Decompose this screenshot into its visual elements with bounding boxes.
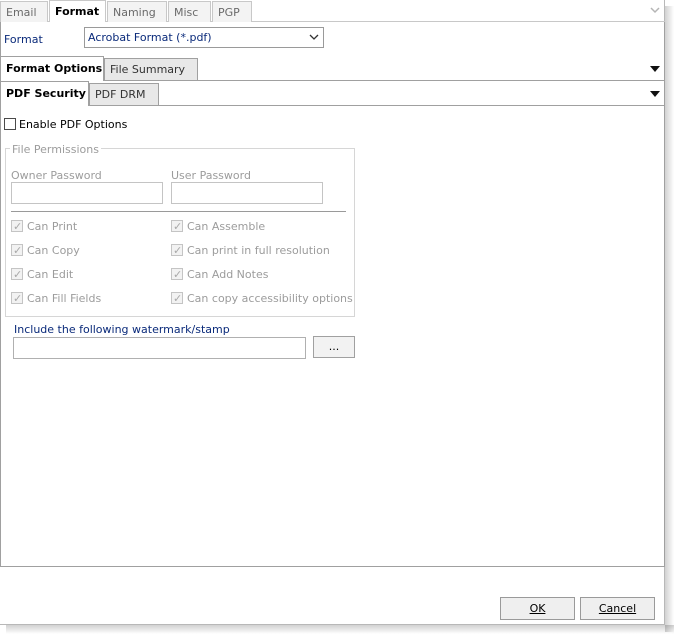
check-icon: ✓ bbox=[173, 244, 183, 257]
can-add-notes-checkbox[interactable]: ✓ bbox=[171, 268, 183, 281]
can-copy-label: Can Copy bbox=[27, 244, 80, 257]
can-print-label: Can Print bbox=[27, 220, 78, 233]
format-dropdown[interactable]: Acrobat Format (*.pdf) bbox=[84, 27, 324, 48]
tab-email[interactable]: Email bbox=[0, 1, 48, 22]
tab-pdf-security[interactable]: PDF Security bbox=[0, 81, 89, 106]
check-icon: ✓ bbox=[173, 292, 183, 305]
browse-watermark-button[interactable]: ... bbox=[313, 336, 355, 358]
can-print-full-resolution-label: Can print in full resolution bbox=[187, 244, 330, 257]
tab-pgp-label: PGP bbox=[218, 6, 240, 19]
security-dropdown-arrow-icon[interactable] bbox=[650, 91, 660, 97]
can-copy-accessibility-label: Can copy accessibility options bbox=[187, 292, 353, 305]
can-copy-accessibility-checkbox[interactable]: ✓ bbox=[171, 292, 183, 305]
file-permissions-legend: File Permissions bbox=[10, 143, 101, 156]
check-icon: ✓ bbox=[173, 268, 183, 281]
tab-misc[interactable]: Misc bbox=[168, 1, 211, 22]
tab-naming-label: Naming bbox=[113, 6, 156, 19]
tab-file-summary-label: File Summary bbox=[110, 63, 186, 76]
browse-watermark-button-label: ... bbox=[328, 340, 340, 353]
can-edit-label: Can Edit bbox=[27, 268, 74, 281]
check-icon: ✓ bbox=[13, 268, 23, 281]
pdf-security-tab-strip: PDF Security PDF DRM bbox=[0, 81, 665, 106]
enable-pdf-options-label: Enable PDF Options bbox=[19, 118, 128, 131]
owner-password-label: Owner Password bbox=[11, 169, 102, 182]
cancel-button[interactable]: Cancel bbox=[580, 597, 655, 620]
tab-format-options-label: Format Options bbox=[6, 62, 103, 75]
can-edit-checkbox[interactable]: ✓ bbox=[11, 268, 23, 281]
tab-overflow-chevron-icon[interactable] bbox=[650, 5, 660, 15]
enable-pdf-options-checkbox[interactable] bbox=[4, 118, 16, 130]
ok-button-label: OK bbox=[529, 602, 546, 615]
ok-button[interactable]: OK bbox=[500, 597, 575, 620]
can-fill-fields-checkbox[interactable]: ✓ bbox=[11, 292, 23, 305]
watermark-input[interactable] bbox=[13, 337, 306, 359]
cancel-button-label: Cancel bbox=[598, 602, 637, 615]
format-options-tab-strip: Format Options File Summary bbox=[0, 56, 665, 81]
can-assemble-label: Can Assemble bbox=[187, 220, 266, 233]
tab-misc-label: Misc bbox=[174, 6, 199, 19]
can-assemble-checkbox[interactable]: ✓ bbox=[171, 220, 183, 233]
tab-pdf-drm-label: PDF DRM bbox=[95, 88, 146, 101]
user-password-label: User Password bbox=[171, 169, 251, 182]
options-dropdown-arrow-icon[interactable] bbox=[650, 66, 660, 72]
tab-format-label: Format bbox=[55, 5, 100, 18]
check-icon: ✓ bbox=[173, 220, 183, 233]
dialog-window: Email Format Naming Misc PGP Format Acro… bbox=[0, 0, 665, 625]
can-fill-fields-label: Can Fill Fields bbox=[27, 292, 102, 305]
tab-format[interactable]: Format bbox=[49, 0, 106, 22]
tab-pdf-drm[interactable]: PDF DRM bbox=[89, 83, 159, 105]
can-copy-checkbox[interactable]: ✓ bbox=[11, 244, 23, 257]
tab-email-label: Email bbox=[6, 6, 37, 19]
check-icon: ✓ bbox=[13, 292, 23, 305]
format-label: Format bbox=[4, 33, 43, 46]
tab-naming[interactable]: Naming bbox=[107, 1, 167, 22]
format-dropdown-value: Acrobat Format (*.pdf) bbox=[88, 31, 212, 44]
check-icon: ✓ bbox=[13, 244, 23, 257]
user-password-field[interactable] bbox=[171, 182, 323, 204]
top-tab-strip: Email Format Naming Misc PGP bbox=[0, 0, 665, 22]
chevron-down-icon bbox=[309, 34, 319, 40]
tab-pgp[interactable]: PGP bbox=[212, 1, 252, 22]
can-print-full-resolution-checkbox[interactable]: ✓ bbox=[171, 244, 183, 257]
tab-format-options[interactable]: Format Options bbox=[0, 56, 104, 81]
check-icon: ✓ bbox=[13, 220, 23, 233]
tab-file-summary[interactable]: File Summary bbox=[104, 58, 198, 80]
tab-pdf-security-label: PDF Security bbox=[6, 87, 86, 100]
can-print-checkbox[interactable]: ✓ bbox=[11, 220, 23, 233]
owner-password-field[interactable] bbox=[11, 182, 163, 204]
watermark-label: Include the following watermark/stamp bbox=[14, 323, 230, 336]
permissions-divider bbox=[11, 211, 346, 212]
can-add-notes-label: Can Add Notes bbox=[187, 268, 269, 281]
